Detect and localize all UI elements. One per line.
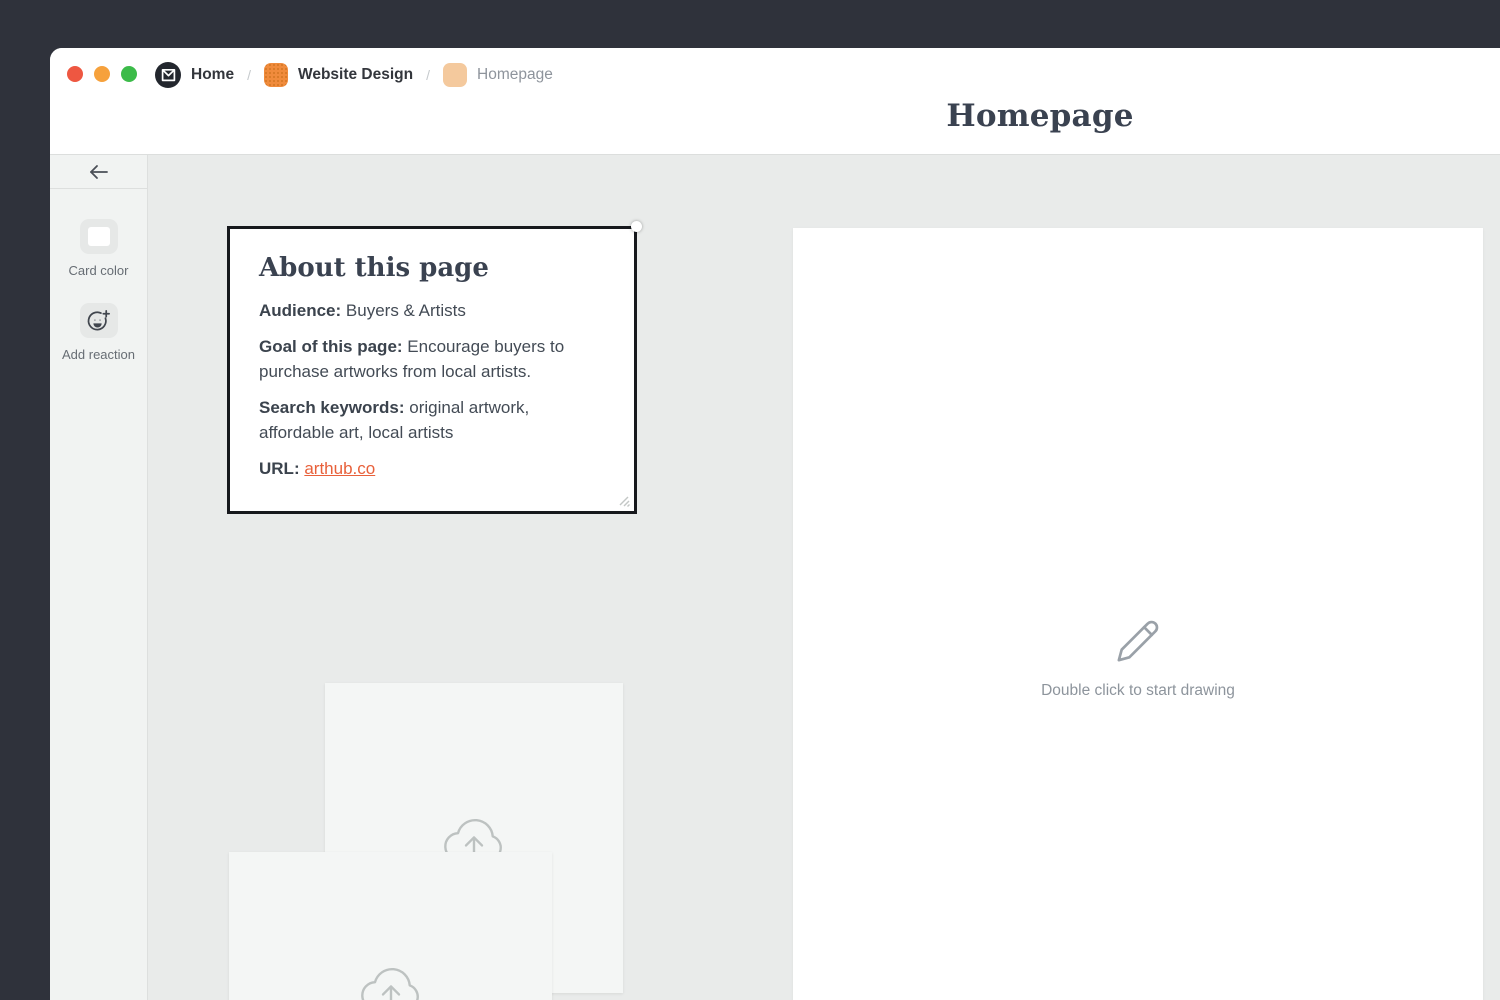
- breadcrumb-separator: /: [426, 67, 430, 83]
- sketch-card[interactable]: Double click to start drawing: [793, 228, 1483, 1000]
- note-card-title: About this page: [259, 253, 605, 283]
- edit-toolbar-sidebar: Card color Add reaction: [50, 155, 148, 1000]
- breadcrumb-separator: /: [247, 67, 251, 83]
- arrow-left-icon: [89, 164, 109, 180]
- add-reaction-label: Add reaction: [62, 347, 135, 362]
- close-window-button[interactable]: [67, 66, 83, 82]
- board-orange-icon: [264, 63, 288, 87]
- minimize-window-button[interactable]: [94, 66, 110, 82]
- add-reaction-tool: Add reaction: [50, 303, 147, 362]
- pencil-icon: [1115, 618, 1161, 664]
- milanote-logo-icon: [155, 62, 181, 88]
- breadcrumb-website-design-link[interactable]: Website Design: [298, 66, 413, 84]
- zoom-window-button[interactable]: [121, 66, 137, 82]
- note-field-goal: Goal of this page: Encourage buyers to p…: [259, 334, 605, 384]
- milanote-window: Home / Website Design / Homepage Homepag…: [50, 48, 1500, 1000]
- board-tan-icon: [443, 63, 467, 87]
- card-color-swatch-icon: [88, 227, 110, 246]
- card-selection-handle[interactable]: [631, 221, 642, 232]
- note-field-audience: Audience: Buyers & Artists: [259, 298, 605, 323]
- breadcrumb-home-link[interactable]: Home: [191, 66, 234, 84]
- note-card-about-this-page[interactable]: About this page Audience: Buyers & Artis…: [227, 226, 637, 514]
- note-field-url: URL: arthub.co: [259, 456, 605, 481]
- board-title[interactable]: Homepage: [946, 98, 1133, 134]
- note-field-keywords: Search keywords: original artwork, affor…: [259, 395, 605, 445]
- desktop-background: Home / Website Design / Homepage Homepag…: [0, 0, 1500, 1000]
- drawing-hint: Double click to start drawing: [1041, 682, 1235, 700]
- arthub-link[interactable]: arthub.co: [304, 459, 375, 478]
- breadcrumb-item-homepage: Homepage: [443, 63, 553, 87]
- image-placeholder-card[interactable]: [229, 852, 552, 1000]
- sidebar-divider: [50, 188, 147, 189]
- window-titlebar: Home / Website Design / Homepage Homepag…: [50, 48, 1500, 155]
- collapse-toolbar-button[interactable]: [79, 159, 119, 185]
- upload-cloud-icon: [354, 955, 428, 1000]
- add-reaction-button[interactable]: [80, 303, 118, 338]
- breadcrumb-item-website-design: Website Design: [264, 63, 413, 87]
- card-color-label: Card color: [69, 263, 129, 278]
- card-color-tool: Card color: [50, 219, 147, 278]
- breadcrumb-item-home: Home: [155, 62, 234, 88]
- breadcrumb-homepage-link[interactable]: Homepage: [477, 66, 553, 84]
- card-color-button[interactable]: [80, 219, 118, 254]
- breadcrumb: Home / Website Design / Homepage: [155, 61, 553, 88]
- card-resize-gripper[interactable]: [617, 494, 630, 507]
- board-canvas[interactable]: About this page Audience: Buyers & Artis…: [148, 155, 1500, 1000]
- smiley-plus-icon: [85, 307, 112, 334]
- window-controls: [67, 66, 137, 82]
